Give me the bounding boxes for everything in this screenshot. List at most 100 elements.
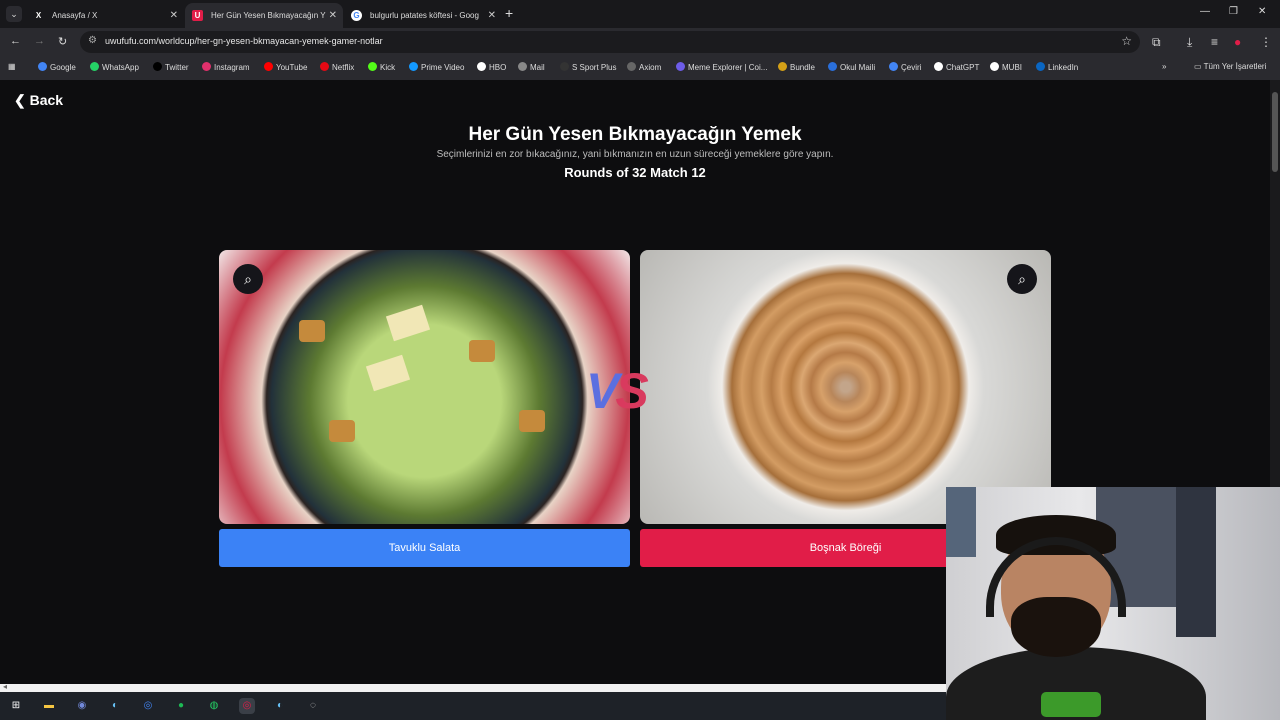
tab-label: Anasayfa / X xyxy=(52,11,98,20)
bookmark-bundle[interactable]: Bundle xyxy=(778,62,815,72)
obs-icon[interactable]: ◌ xyxy=(305,698,321,714)
kick-icon xyxy=(368,62,377,71)
bookmark-okul-maili[interactable]: Okul Maili xyxy=(828,62,875,72)
linkedin-icon xyxy=(1036,62,1045,71)
netflix-icon xyxy=(320,62,329,71)
chatgpt-icon xyxy=(934,62,943,71)
bookmark-kick[interactable]: Kick xyxy=(368,62,395,72)
browser-chrome: ⌄ X Anasayfa / X ✕ U Her Gün Yesen Bıkma… xyxy=(0,0,1280,80)
vs-label: VS xyxy=(586,363,649,419)
bookmark-whatsapp[interactable]: WhatsApp xyxy=(90,62,139,72)
chrome-icon[interactable]: ◎ xyxy=(140,698,156,714)
steam-taskbar-icon[interactable]: ◐ xyxy=(272,698,288,714)
food-detail xyxy=(299,320,325,342)
bookmark-mail[interactable]: Mail xyxy=(518,62,545,72)
menu-kebab-icon[interactable]: ⋮ xyxy=(1260,35,1272,49)
instagram-icon xyxy=(202,62,211,71)
bookmark-instagram[interactable]: Instagram xyxy=(202,62,250,72)
restore-icon[interactable]: ❐ xyxy=(1229,6,1238,17)
zoom-in-icon[interactable]: ⌕ xyxy=(233,264,263,294)
close-tab-icon[interactable]: ✕ xyxy=(488,3,496,28)
prime-video-icon xyxy=(409,62,418,71)
right-choice-image[interactable]: ⌕ xyxy=(640,250,1051,524)
bookmark-axiom[interactable]: Axiom xyxy=(627,62,661,72)
all-bookmarks-button[interactable]: ▭ Tüm Yer İşaretleri xyxy=(1194,62,1266,71)
youtube-icon xyxy=(264,62,273,71)
apps-grid-icon[interactable]: ▦ xyxy=(8,62,16,71)
bookmark-netflix[interactable]: Netflix xyxy=(320,62,354,72)
windows-start-icon[interactable]: ⊞ xyxy=(8,698,24,714)
food-detail xyxy=(469,340,495,362)
bookmark-star-icon[interactable]: ☆ xyxy=(1121,34,1132,48)
scrollbar-thumb[interactable] xyxy=(1272,92,1278,172)
spotify-icon[interactable]: ● xyxy=(173,698,189,714)
okul-mail-icon xyxy=(828,62,837,71)
bookmark-google[interactable]: Google xyxy=(38,62,76,72)
bookmarks-bar: ▦ Google WhatsApp Twitter Instagram YouT… xyxy=(0,56,1280,80)
bookmark-youtube[interactable]: YouTube xyxy=(264,62,307,72)
chrome-active-icon[interactable]: ◎ xyxy=(239,698,255,714)
round-indicator: Rounds of 32 Match 12 xyxy=(564,165,706,180)
forward-arrow-icon[interactable]: → xyxy=(34,35,45,47)
bookmark-mubi[interactable]: MUBI xyxy=(990,62,1022,72)
media-control-icon[interactable]: ≡ xyxy=(1211,35,1218,49)
bookmark-meme-explorer[interactable]: Meme Explorer | Coi... xyxy=(676,62,767,72)
tab-search-button[interactable]: ⌄ xyxy=(6,6,22,22)
whatsapp-taskbar-icon[interactable]: ◍ xyxy=(206,698,222,714)
steam-icon[interactable]: ◐ xyxy=(107,698,123,714)
meme-explorer-icon xyxy=(676,62,685,71)
page-title: Her Gün Yesen Bıkmayacağın Yemek xyxy=(468,124,802,145)
bookmark-ceviri[interactable]: Çeviri xyxy=(889,62,921,72)
close-tab-icon[interactable]: ✕ xyxy=(170,3,178,28)
bookmark-hbo[interactable]: HBO xyxy=(477,62,506,72)
tab-google-search[interactable]: G bulgurlu patates köftesi - Goog ✕ xyxy=(344,3,502,28)
profile-avatar-icon[interactable]: ● xyxy=(1234,35,1241,49)
zoom-in-icon[interactable]: ⌕ xyxy=(1007,264,1037,294)
site-info-icon[interactable]: ⚙ xyxy=(88,35,97,46)
shirt-logo xyxy=(1041,692,1101,717)
x-logo-icon: X xyxy=(35,11,42,20)
food-detail xyxy=(519,410,545,432)
reload-icon[interactable]: ↻ xyxy=(58,35,67,48)
webcam-overlay xyxy=(946,487,1280,720)
left-choice-image[interactable]: ⌕ xyxy=(219,250,630,524)
address-bar[interactable]: ⚙ uwufufu.com/worldcup/her-gn-yesen-bkma… xyxy=(80,31,1140,53)
axiom-icon xyxy=(627,62,636,71)
google-favicon-icon: G xyxy=(351,10,362,21)
left-choice-button[interactable]: Tavuklu Salata xyxy=(219,529,630,567)
bookmark-linkedin[interactable]: LinkedIn xyxy=(1036,62,1078,72)
more-bookmarks-chevron-icon[interactable]: » xyxy=(1162,62,1166,71)
s-sport-icon xyxy=(560,62,569,71)
horizontal-scrollbar[interactable]: ◂ xyxy=(0,682,946,692)
close-tab-icon[interactable]: ✕ xyxy=(329,3,337,28)
download-icon[interactable]: ⤓ xyxy=(1187,35,1192,50)
tab-uwufufu[interactable]: U Her Gün Yesen Bıkmayacağın Y ✕ xyxy=(185,3,343,28)
food-detail xyxy=(329,420,355,442)
new-tab-button[interactable]: + xyxy=(505,5,513,21)
extensions-icon[interactable]: ⧉ xyxy=(1152,35,1161,50)
bookmark-chatgpt[interactable]: ChatGPT xyxy=(934,62,979,72)
wall-poster xyxy=(946,487,976,557)
tab-twitter[interactable]: X Anasayfa / X ✕ xyxy=(26,3,184,28)
file-explorer-icon[interactable]: ▬ xyxy=(41,698,57,714)
minimize-icon[interactable]: — xyxy=(1200,6,1210,17)
bookmark-prime-video[interactable]: Prime Video xyxy=(409,62,464,72)
scroll-left-icon[interactable]: ◂ xyxy=(3,682,7,691)
folder-icon: ▭ xyxy=(1194,62,1204,71)
back-arrow-icon[interactable]: ← xyxy=(10,35,21,47)
discord-icon[interactable]: ◉ xyxy=(74,698,90,714)
bookmark-s-sport-plus[interactable]: S Sport Plus xyxy=(560,62,616,72)
wall-poster xyxy=(1176,487,1216,637)
bookmark-twitter[interactable]: Twitter xyxy=(153,62,189,72)
google-icon xyxy=(38,62,47,71)
navigation-bar: ← → ↻ ⚙ uwufufu.com/worldcup/her-gn-yese… xyxy=(0,28,1280,56)
x-icon xyxy=(153,62,162,71)
back-button[interactable]: ❮ Back xyxy=(14,92,63,109)
whatsapp-icon xyxy=(90,62,99,71)
food-detail xyxy=(365,354,411,392)
page-subtitle: Seçimlerinizi en zor bıkacağınız, yani b… xyxy=(436,149,834,160)
bundle-icon xyxy=(778,62,787,71)
tab-label: bulgurlu patates köftesi - Goog xyxy=(370,11,479,20)
url-text: uwufufu.com/worldcup/her-gn-yesen-bkmaya… xyxy=(105,36,383,46)
close-window-icon[interactable]: ✕ xyxy=(1258,6,1266,17)
